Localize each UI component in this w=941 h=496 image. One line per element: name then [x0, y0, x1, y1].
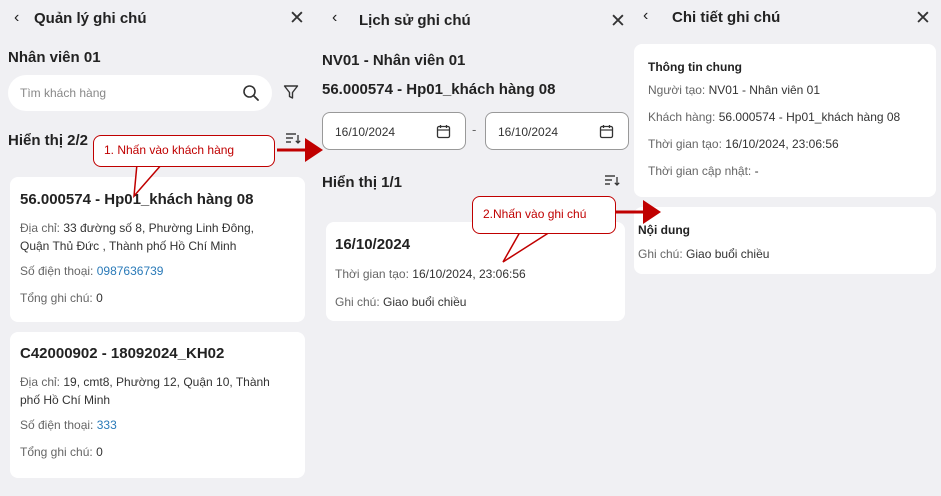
- date-to-field[interactable]: 16/10/2024: [485, 112, 629, 150]
- date-separator: -: [472, 122, 477, 137]
- note-date: 16/10/2024: [335, 236, 411, 253]
- customer-card[interactable]: C42000902 - 18092024_KH02 Địa chỉ: 19, c…: [10, 332, 305, 478]
- panel-header: ‹ Chi tiết ghi chú ✕: [630, 0, 941, 38]
- close-icon[interactable]: ✕: [289, 7, 305, 30]
- note-created: Thời gian tạo: 16/10/2024, 23:06:56: [335, 267, 526, 281]
- customer-note-total: Tổng ghi chú: 0: [20, 445, 103, 459]
- creator-row: Người tạo: NV01 - Nhân viên 01: [648, 83, 821, 97]
- customer-phone: Số điện thoại: 333: [20, 418, 117, 432]
- callout-step-1: 1. Nhấn vào khách hàng: [93, 135, 275, 167]
- customer-notes-panel: ‹ Quản lý ghi chú ✕ Nhân viên 01 Tìm khá…: [0, 0, 312, 496]
- back-icon[interactable]: ‹: [643, 7, 648, 25]
- filter-icon[interactable]: [283, 84, 299, 100]
- content-card: Nội dung Ghi chú: Giao buổi chiều: [634, 207, 936, 274]
- close-icon[interactable]: ✕: [915, 7, 931, 30]
- section-title: Thông tin chung: [648, 60, 742, 74]
- sort-icon[interactable]: [604, 173, 620, 187]
- customer-phone: Số điện thoại: 0987636739: [20, 264, 164, 278]
- customer-title: 56.000574 - Hp01_khách hàng 08: [20, 191, 254, 208]
- sort-icon[interactable]: [285, 131, 301, 145]
- note-text: Ghi chú: Giao buổi chiều: [335, 295, 467, 309]
- result-count: Hiển thị 2/2: [8, 132, 89, 149]
- back-icon[interactable]: ‹: [14, 9, 19, 27]
- customer-name: 56.000574 - Hp01_khách hàng 08: [322, 81, 556, 98]
- callout-step-2: 2.Nhấn vào ghi chú: [472, 196, 616, 234]
- customer-address: Địa chỉ: 33 đường số 8, Phường Linh Đông…: [20, 221, 254, 253]
- search-placeholder: Tìm khách hàng: [20, 86, 107, 100]
- phone-link[interactable]: 333: [97, 418, 117, 432]
- employee-name: Nhân viên 01: [8, 49, 101, 66]
- search-icon[interactable]: [242, 84, 260, 102]
- note-row: Ghi chú: Giao buổi chiều: [638, 247, 770, 261]
- date-from-value: 16/10/2024: [335, 125, 396, 139]
- note-history-panel: ‹ Lịch sử ghi chú ✕ NV01 - Nhân viên 01 …: [312, 0, 630, 496]
- customer-address: Địa chỉ: 19, cmt8, Phường 12, Quận 10, T…: [20, 375, 270, 407]
- back-icon[interactable]: ‹: [332, 9, 337, 27]
- panel-header: ‹ Lịch sử ghi chú ✕: [312, 0, 630, 38]
- customer-row: Khách hàng: 56.000574 - Hp01_khách hàng …: [648, 110, 901, 124]
- customer-card[interactable]: 56.000574 - Hp01_khách hàng 08 Địa chỉ: …: [10, 177, 305, 322]
- date-to-value: 16/10/2024: [498, 125, 559, 139]
- employee-name: NV01 - Nhân viên 01: [322, 52, 466, 69]
- calendar-icon[interactable]: [599, 124, 614, 139]
- close-icon[interactable]: ✕: [610, 10, 626, 33]
- phone-link[interactable]: 0987636739: [97, 264, 164, 278]
- customer-note-total: Tổng ghi chú: 0: [20, 291, 103, 305]
- page-title: Quản lý ghi chú: [34, 10, 147, 27]
- page-title: Chi tiết ghi chú: [672, 9, 781, 26]
- general-info-card: Thông tin chung Người tạo: NV01 - Nhân v…: [634, 44, 936, 197]
- date-from-field[interactable]: 16/10/2024: [322, 112, 466, 150]
- panel-header: ‹ Quản lý ghi chú ✕: [0, 0, 312, 38]
- note-card[interactable]: 16/10/2024 Thời gian tạo: 16/10/2024, 23…: [326, 222, 625, 321]
- note-detail-panel: ‹ Chi tiết ghi chú ✕ Thông tin chung Ngư…: [630, 0, 941, 496]
- updated-row: Thời gian cập nhật: -: [648, 164, 759, 178]
- result-count: Hiển thị 1/1: [322, 174, 403, 191]
- customer-title: C42000902 - 18092024_KH02: [20, 345, 225, 362]
- section-title: Nội dung: [638, 223, 690, 237]
- page-title: Lịch sử ghi chú: [359, 12, 471, 29]
- calendar-icon[interactable]: [436, 124, 451, 139]
- search-input[interactable]: Tìm khách hàng: [8, 75, 272, 111]
- created-row: Thời gian tạo: 16/10/2024, 23:06:56: [648, 137, 839, 151]
